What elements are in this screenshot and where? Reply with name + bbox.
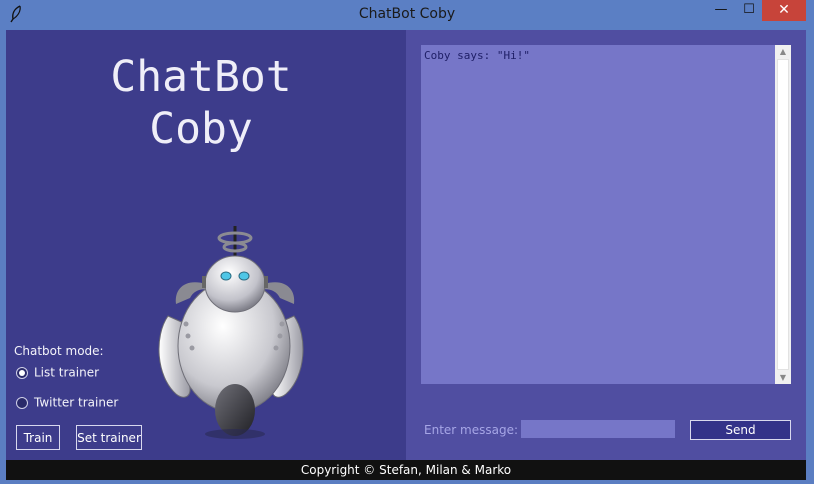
window-title: ChatBot Coby (358, 6, 456, 22)
chat-history[interactable]: Coby says: "Hi!" (421, 45, 775, 384)
right-panel: Coby says: "Hi!" ▲ ▼ Enter message: Send (406, 30, 806, 460)
radio-twitter-trainer[interactable]: Twitter trainer (16, 395, 118, 410)
chat-scrollbar[interactable]: ▲ ▼ (775, 45, 791, 384)
radio-twitter-trainer-label: Twitter trainer (34, 395, 119, 410)
radio-list-trainer-label: List trainer (34, 365, 100, 380)
radio-list-trainer[interactable]: List trainer (16, 365, 99, 380)
scroll-down-icon[interactable]: ▼ (775, 373, 791, 382)
left-panel: ChatBot Coby Chatbot mode: List trainer … (6, 30, 406, 460)
send-button[interactable]: Send (690, 420, 791, 440)
copyright-footer: Copyright © Stefan, Milan & Marko (6, 460, 806, 480)
window-titlebar: ChatBot Coby — ☐ ✕ (0, 0, 814, 30)
app-title-line1: ChatBot (110, 52, 292, 102)
app-window: ChatBot Coby Chatbot mode: List trainer … (6, 30, 806, 480)
close-button[interactable]: ✕ (762, 0, 806, 21)
chatbot-mode-label: Chatbot mode: (14, 344, 104, 358)
chat-message: Coby says: "Hi!" (424, 49, 530, 62)
robot-illustration (158, 226, 304, 439)
radio-selected-icon[interactable] (16, 366, 28, 379)
scrollbar-thumb[interactable] (777, 59, 789, 370)
message-input[interactable] (521, 420, 675, 438)
train-button[interactable]: Train (16, 425, 60, 450)
maximize-button[interactable]: ☐ (736, 0, 762, 21)
minimize-button[interactable]: — (706, 0, 736, 21)
enter-message-label: Enter message: (424, 423, 518, 437)
app-title-line2: Coby (149, 104, 253, 154)
set-trainer-button[interactable]: Set trainer (76, 425, 142, 450)
radio-unselected-icon[interactable] (16, 396, 28, 409)
scroll-up-icon[interactable]: ▲ (775, 47, 791, 56)
